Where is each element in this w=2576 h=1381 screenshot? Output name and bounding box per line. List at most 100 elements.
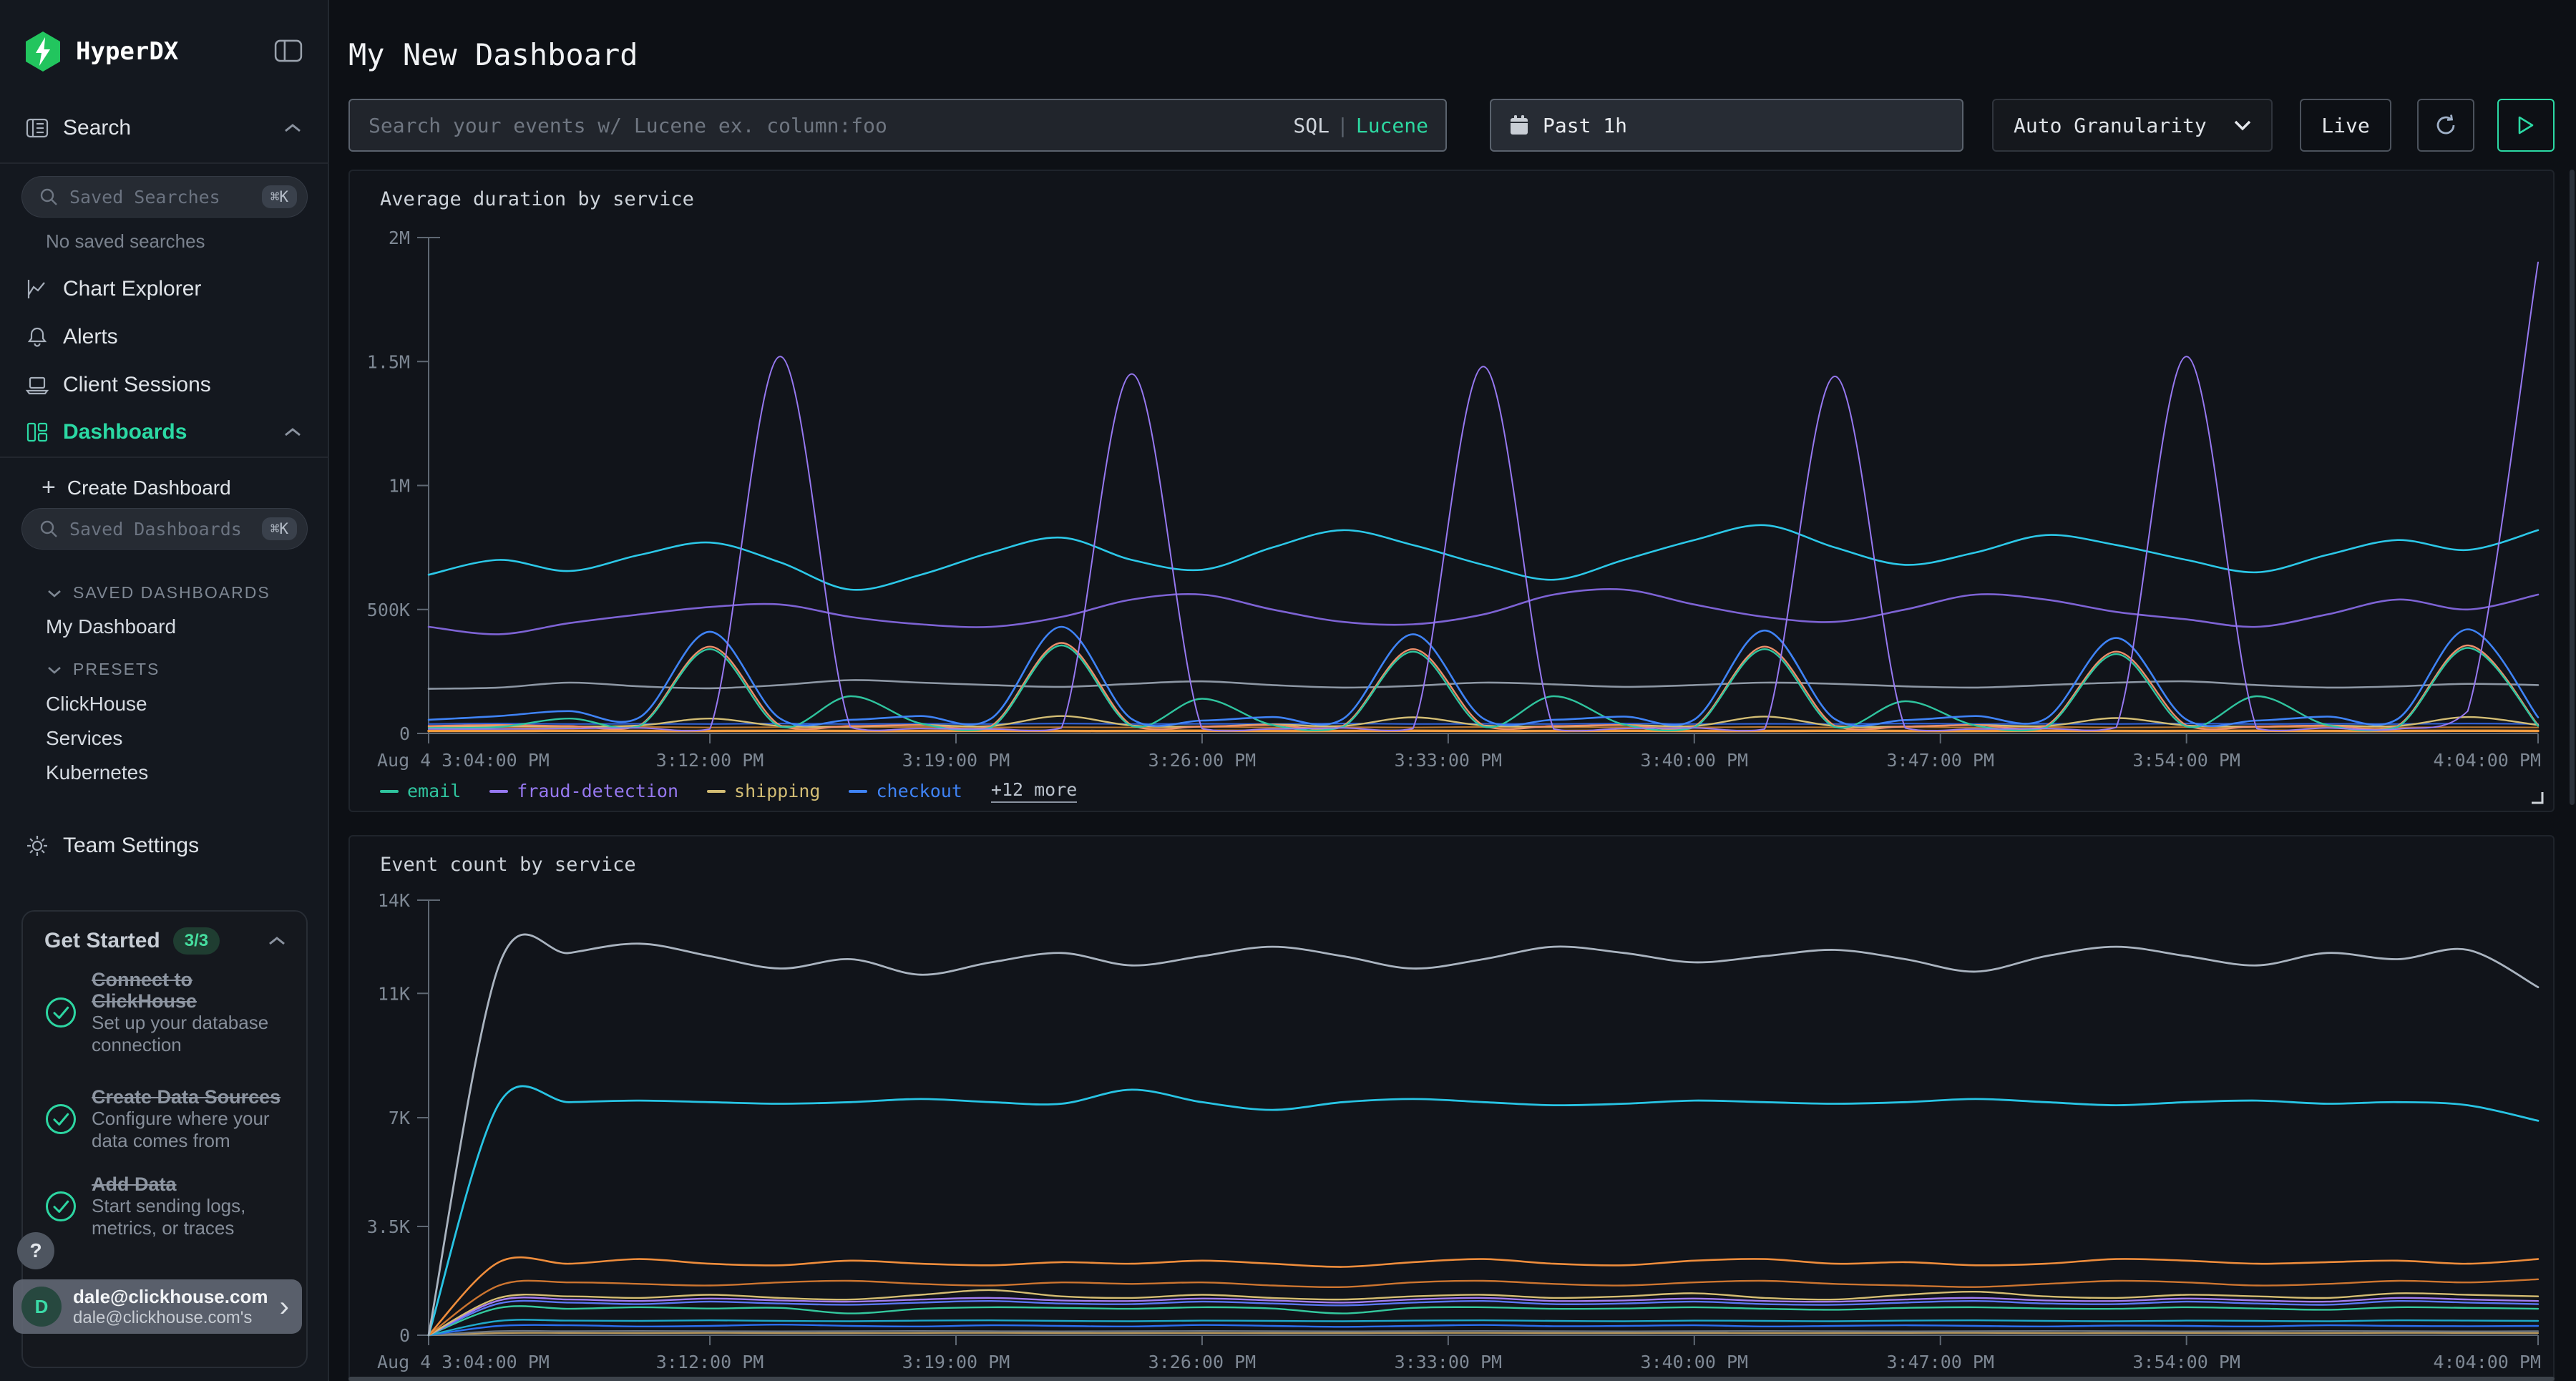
legend-item[interactable]: fraud-detection [489, 781, 678, 801]
time-range-picker[interactable]: Past 1h [1490, 99, 1963, 152]
refresh-button[interactable] [2417, 99, 2474, 152]
chevron-up-icon [282, 122, 303, 135]
event-count-chart: 03.5K7K11K14KAug 4 3:04:00 PM3:12:00 PM3… [350, 887, 2556, 1381]
section-saved-dashboards[interactable]: SAVED DASHBOARDS [46, 583, 270, 602]
horizontal-scrollbar[interactable] [348, 1377, 2555, 1381]
check-circle-icon [42, 1100, 80, 1138]
granularity-select[interactable]: Auto Granularity [1992, 99, 2273, 152]
check-circle-icon [42, 993, 80, 1032]
sidebar-link-kubernetes[interactable]: Kubernetes [46, 761, 148, 784]
help-button[interactable]: ? [17, 1232, 54, 1269]
sidebar-item-label: Search [63, 116, 131, 140]
svg-text:4:04:00 PM: 4:04:00 PM [2433, 1352, 2541, 1372]
gear-icon [24, 833, 50, 859]
sidebar-item-alerts[interactable]: Alerts [0, 320, 329, 354]
sidebar-link-my-dashboard[interactable]: My Dashboard [46, 615, 176, 638]
search-icon [38, 186, 59, 208]
sidebar-item-team-settings[interactable]: Team Settings [0, 829, 329, 863]
sidebar-item-label: Dashboards [63, 420, 187, 444]
toggle-divider: | [1330, 114, 1356, 137]
svg-text:7K: 7K [389, 1108, 410, 1128]
chart-title: Average duration by service [380, 188, 694, 210]
shortcut-badge: ⌘K [262, 517, 297, 540]
sidebar-item-dashboards[interactable]: Dashboards [0, 415, 329, 449]
chevron-down-icon [46, 588, 63, 598]
vertical-scrollbar[interactable] [2570, 170, 2575, 805]
page-title: My New Dashboard [348, 37, 638, 72]
chart-panel-avg-duration[interactable]: Average duration by service 0500K1M1.5M2… [348, 170, 2555, 812]
svg-text:3:54:00 PM: 3:54:00 PM [2132, 750, 2240, 771]
legend-item[interactable]: shipping [707, 781, 820, 801]
task-title: Add Data [92, 1173, 291, 1195]
saved-dashboards-placeholder: Saved Dashboards [69, 519, 262, 540]
avg-duration-chart: 0500K1M1.5M2MAug 4 3:04:00 PM3:12:00 PM3… [350, 221, 2556, 772]
sidebar-link-services[interactable]: Services [46, 727, 122, 750]
sidebar-item-label: Chart Explorer [63, 277, 201, 301]
svg-text:0: 0 [399, 1325, 410, 1346]
event-search-input[interactable]: Search your events w/ Lucene ex. column:… [348, 99, 1447, 152]
svg-text:3:19:00 PM: 3:19:00 PM [902, 1352, 1010, 1372]
get-started-title: Get Started [44, 929, 160, 953]
saved-searches-input[interactable]: Saved Searches ⌘K [21, 176, 308, 218]
get-started-item-connect[interactable]: Connect to ClickHouse Set up your databa… [42, 969, 291, 1056]
brand-logo[interactable]: HyperDX [23, 30, 178, 73]
sidebar-link-clickhouse[interactable]: ClickHouse [46, 693, 147, 716]
refresh-icon [2432, 112, 2459, 139]
create-dashboard-button[interactable]: + Create Dashboard [42, 474, 231, 502]
svg-text:1M: 1M [389, 476, 410, 497]
task-desc: Configure where your data comes from [92, 1108, 291, 1152]
chart-panel-event-count[interactable]: Event count by service 03.5K7K11K14KAug … [348, 835, 2555, 1381]
event-search-placeholder: Search your events w/ Lucene ex. column:… [369, 114, 1293, 137]
section-label: PRESETS [73, 660, 160, 679]
svg-text:4:04:00 PM: 4:04:00 PM [2433, 750, 2541, 771]
bell-icon [24, 324, 50, 350]
task-title: Create Data Sources [92, 1086, 291, 1108]
sidebar-item-chart-explorer[interactable]: Chart Explorer [0, 272, 329, 306]
svg-text:500K: 500K [367, 600, 410, 620]
run-query-button[interactable] [2497, 99, 2555, 152]
plus-icon: + [42, 474, 56, 502]
saved-searches-placeholder: Saved Searches [69, 187, 262, 208]
hyperdx-logo-icon [23, 30, 63, 73]
get-started-item-add-data[interactable]: Add Data Start sending logs, metrics, or… [42, 1173, 291, 1239]
user-email: dale@clickhouse.com [73, 1286, 280, 1308]
svg-text:3:40:00 PM: 3:40:00 PM [1641, 750, 1749, 771]
svg-text:3:26:00 PM: 3:26:00 PM [1148, 1352, 1257, 1372]
svg-text:14K: 14K [378, 890, 410, 911]
sql-toggle[interactable]: SQL [1293, 114, 1330, 137]
sidebar-collapse-icon[interactable] [272, 34, 305, 67]
svg-text:3:33:00 PM: 3:33:00 PM [1395, 1352, 1503, 1372]
sidebar-item-label: Client Sessions [63, 373, 211, 397]
granularity-value: Auto Granularity [2014, 114, 2207, 137]
legend-item[interactable]: checkout [849, 781, 962, 801]
query-language-toggle[interactable]: SQL|Lucene [1293, 114, 1428, 137]
search-icon [38, 518, 59, 540]
svg-text:Aug 4 3:04:00 PM: Aug 4 3:04:00 PM [377, 1352, 550, 1372]
live-button[interactable]: Live [2300, 99, 2391, 152]
get-started-progress-badge: 3/3 [173, 927, 220, 955]
saved-dashboards-input[interactable]: Saved Dashboards ⌘K [21, 508, 308, 550]
time-range-value: Past 1h [1543, 114, 1627, 137]
user-menu[interactable]: D dale@clickhouse.com dale@clickhouse.co… [13, 1279, 302, 1334]
legend-item[interactable]: email [380, 781, 461, 801]
svg-text:3:12:00 PM: 3:12:00 PM [656, 1352, 764, 1372]
sidebar-item-client-sessions[interactable]: Client Sessions [0, 368, 329, 402]
svg-text:0: 0 [399, 723, 410, 744]
get-started-header[interactable]: Get Started 3/3 [44, 927, 288, 955]
svg-text:2M: 2M [389, 228, 410, 248]
get-started-item-sources[interactable]: Create Data Sources Configure where your… [42, 1086, 291, 1152]
search-logs-icon [24, 115, 50, 141]
create-dashboard-label: Create Dashboard [67, 477, 231, 499]
sidebar-item-search[interactable]: Search [0, 111, 329, 145]
svg-text:3:47:00 PM: 3:47:00 PM [1886, 750, 1994, 771]
chevron-up-icon [282, 426, 303, 439]
lucene-toggle[interactable]: Lucene [1356, 114, 1428, 137]
chart-legend: email fraud-detection shipping checkout +12 … [380, 779, 1077, 803]
svg-text:3:12:00 PM: 3:12:00 PM [656, 750, 764, 771]
hyperdx-app: HyperDX Search Saved Searches ⌘K No save… [0, 0, 2576, 1381]
section-presets[interactable]: PRESETS [46, 660, 160, 679]
legend-item[interactable]: +12 more [991, 779, 1077, 803]
svg-text:3:54:00 PM: 3:54:00 PM [2132, 1352, 2240, 1372]
resize-handle-icon[interactable] [2527, 788, 2545, 805]
chart-title: Event count by service [380, 854, 636, 876]
